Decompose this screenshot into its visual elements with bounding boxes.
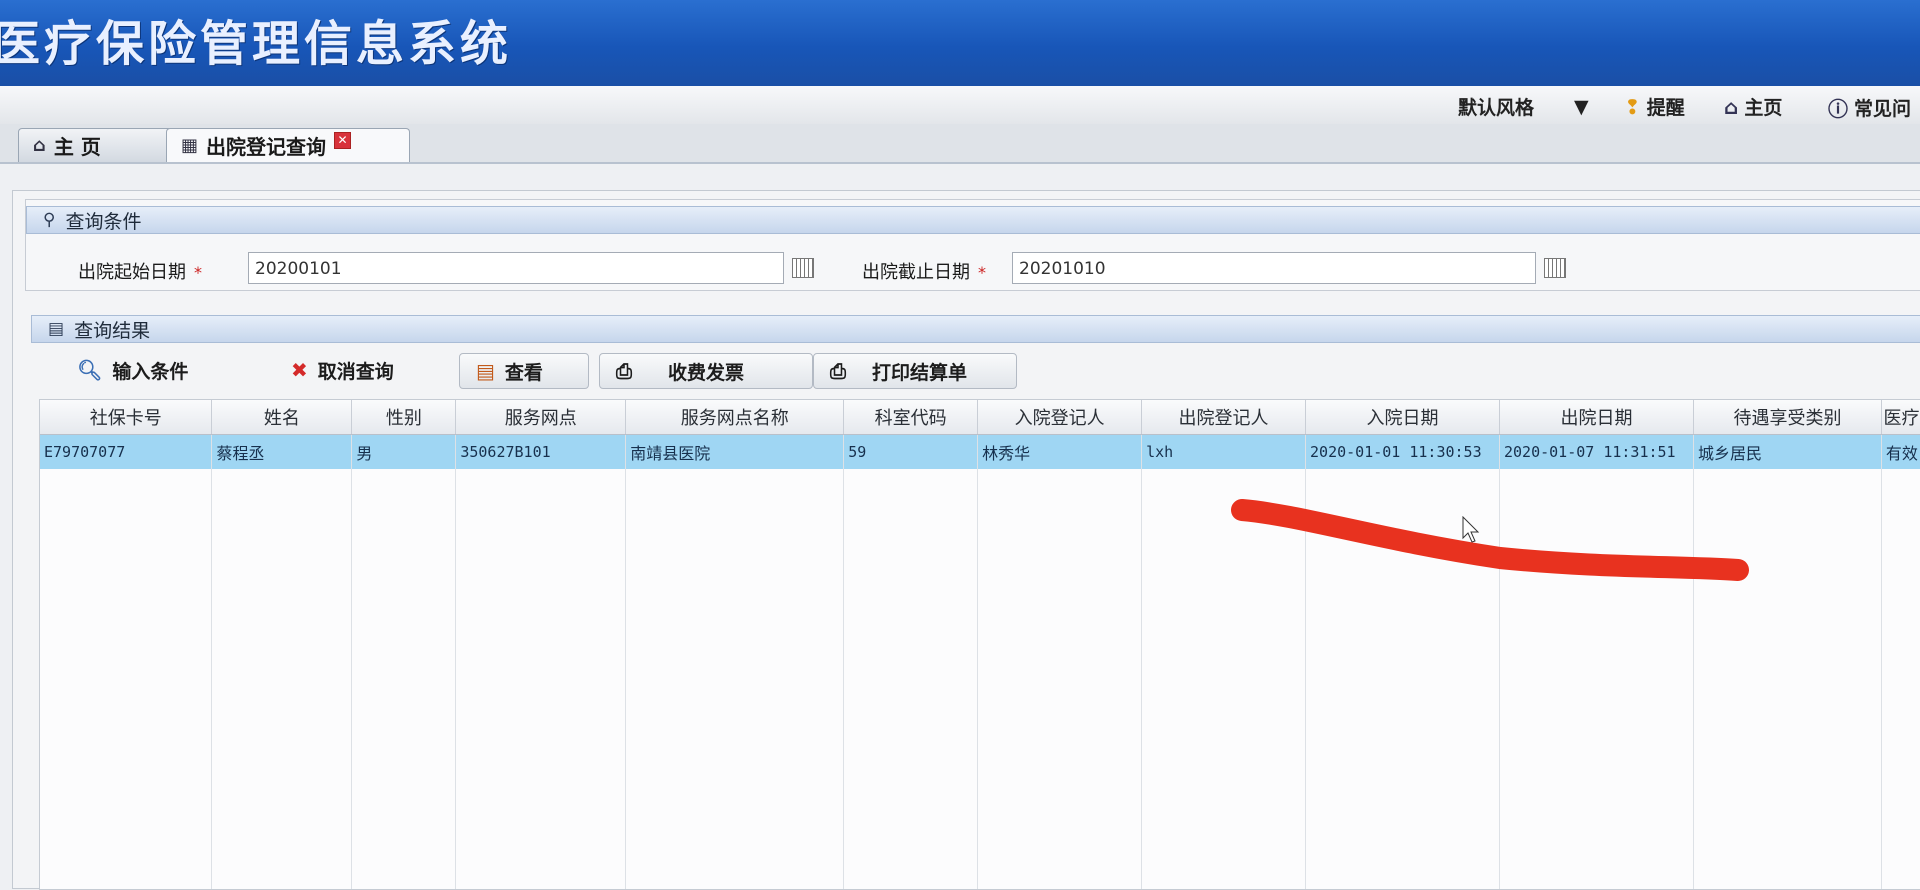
app-title: 医疗保险管理信息系统 xyxy=(0,16,513,72)
start-date-label: 出院起始日期 * xyxy=(78,262,202,283)
tab-discharge-query-label: 出院登记查询 xyxy=(206,135,327,159)
magnifier-icon: 🔍︎ xyxy=(77,358,103,382)
printer-icon: ⎙ xyxy=(616,359,632,383)
calendar-icon[interactable] xyxy=(792,258,814,278)
home-icon: ⌂ xyxy=(33,135,46,156)
cell-discharge-date: 2020-01-07 11:31:51 xyxy=(1499,434,1694,469)
cell-discharge-registrar: lxh xyxy=(1141,434,1307,469)
required-mark: * xyxy=(978,263,986,282)
calendar-icon[interactable] xyxy=(1544,258,1566,278)
close-icon: ✖ xyxy=(291,358,308,382)
cell-medical-status: 有效 xyxy=(1881,434,1920,469)
cell-name: 蔡程丞 xyxy=(211,434,353,469)
column-header[interactable]: 出院登记人 xyxy=(1141,400,1307,435)
results-table: 社保卡号 姓名 性别 服务网点 服务网点名称 科室代码 入院登记人 出院登记人 … xyxy=(40,400,1920,889)
printer-icon: ⎙ xyxy=(830,359,846,383)
top-link-bar: 默认风格 ▼ ❢ 提醒 ⌂ 主页 ⓘ 常见问 xyxy=(0,86,1920,125)
query-conditions-header: ⚲ 查询条件 xyxy=(26,206,1920,234)
column-header[interactable]: 入院登记人 xyxy=(977,400,1143,435)
table-row[interactable]: E79707077 蔡程丞 男 350627B101 南靖县医院 59 林秀华 … xyxy=(40,434,1920,469)
remind-label: 提醒 xyxy=(1646,97,1685,119)
column-header[interactable]: 社保卡号 xyxy=(40,400,213,435)
remind-link[interactable]: ❢ 提醒 xyxy=(1624,93,1685,120)
cancel-query-button[interactable]: ✖ 取消查询 xyxy=(275,353,410,387)
print-settlement-button[interactable]: ⎙ 打印结算单 xyxy=(813,353,1017,389)
start-date-input[interactable]: 20200101 xyxy=(248,252,784,284)
cell-benefit-category: 城乡居民 xyxy=(1693,434,1882,469)
empty-grid-area xyxy=(40,469,1920,889)
tab-discharge-query[interactable]: ▦ 出院登记查询 ✕ xyxy=(166,128,410,162)
tab-strip: ⌂ 主 页 ▦ 出院登记查询 ✕ xyxy=(0,124,1920,164)
cell-admission-date: 2020-01-01 11:30:53 xyxy=(1305,434,1500,469)
input-conditions-button[interactable]: 🔍︎ 输入条件 xyxy=(61,353,204,387)
cell-service-point-name: 南靖县医院 xyxy=(625,434,845,469)
column-header[interactable]: 服务网点名称 xyxy=(625,400,845,435)
query-conditions-panel: ⚲ 查询条件 出院起始日期 * 20200101 出院截止日期 * 20201010 xyxy=(25,199,1920,291)
view-button[interactable]: ▤ 查看 xyxy=(459,353,589,389)
query-results-panel: ▤ 查询结果 🔍︎ 输入条件 ✖ 取消查询 ▤ 查看 ⎙ 收费发票 ⎙ 打印结算… xyxy=(31,315,1920,890)
bell-icon: ❢ xyxy=(1624,94,1641,119)
invoice-button[interactable]: ⎙ 收费发票 xyxy=(599,353,813,389)
cell-admission-registrar: 林秀华 xyxy=(977,434,1143,469)
app-banner: 医疗保险管理信息系统 xyxy=(0,0,1920,86)
table-header-row: 社保卡号 姓名 性别 服务网点 服务网点名称 科室代码 入院登记人 出院登记人 … xyxy=(40,400,1920,435)
tab-home-label: 主 页 xyxy=(53,135,101,159)
query-conditions-title: 查询条件 xyxy=(65,210,142,233)
main-panel: ⚲ 查询条件 出院起始日期 * 20200101 出院截止日期 * 20201010… xyxy=(12,190,1920,890)
column-header[interactable]: 服务网点 xyxy=(455,400,627,435)
cancel-query-label: 取消查询 xyxy=(317,360,394,383)
document-icon: ▤ xyxy=(476,359,495,383)
input-conditions-label: 输入条件 xyxy=(112,360,189,383)
info-icon: ⓘ xyxy=(1828,97,1848,121)
results-toolbar: 🔍︎ 输入条件 ✖ 取消查询 ▤ 查看 ⎙ 收费发票 ⎙ 打印结算单 xyxy=(31,351,1920,391)
home-icon: ⌂ xyxy=(1724,94,1739,119)
column-header[interactable]: 科室代码 xyxy=(843,400,979,435)
cell-card-number: E79707077 xyxy=(40,434,213,469)
results-grid: 社保卡号 姓名 性别 服务网点 服务网点名称 科室代码 入院登记人 出院登记人 … xyxy=(39,399,1920,890)
end-date-input[interactable]: 20201010 xyxy=(1012,252,1536,284)
column-header[interactable]: 姓名 xyxy=(211,400,353,435)
cell-gender: 男 xyxy=(351,434,457,469)
query-results-header: ▤ 查询结果 xyxy=(31,315,1920,343)
invoice-label: 收费发票 xyxy=(668,361,745,384)
document-icon: ▤ xyxy=(48,319,65,339)
column-header[interactable]: 性别 xyxy=(351,400,457,435)
column-header[interactable]: 医疗 xyxy=(1881,400,1920,435)
home-link[interactable]: ⌂ 主页 xyxy=(1724,93,1782,120)
calendar-icon: ▦ xyxy=(181,135,199,156)
end-date-label: 出院截止日期 * xyxy=(862,262,986,283)
column-header[interactable]: 待遇享受类别 xyxy=(1693,400,1882,435)
mouse-cursor-icon xyxy=(1462,516,1480,543)
tab-home[interactable]: ⌂ 主 页 xyxy=(18,128,172,162)
column-header[interactable]: 出院日期 xyxy=(1499,400,1694,435)
home-label: 主页 xyxy=(1744,97,1783,119)
style-selector[interactable]: 默认风格 ▼ xyxy=(1458,93,1589,120)
faq-link[interactable]: ⓘ 常见问 xyxy=(1828,93,1911,122)
print-settlement-label: 打印结算单 xyxy=(872,361,968,384)
cell-department-code: 59 xyxy=(843,434,979,469)
cell-service-point: 350627B101 xyxy=(455,434,627,469)
required-mark: * xyxy=(194,263,202,282)
close-icon[interactable]: ✕ xyxy=(334,132,352,149)
faq-label: 常见问 xyxy=(1854,98,1912,120)
binoculars-icon: ⚲ xyxy=(43,210,56,230)
style-selector-label: 默认风格 xyxy=(1458,97,1535,119)
column-header[interactable]: 入院日期 xyxy=(1305,400,1500,435)
chevron-down-icon[interactable]: ▼ xyxy=(1574,96,1589,118)
view-label: 查看 xyxy=(504,361,543,384)
query-results-title: 查询结果 xyxy=(74,319,151,342)
